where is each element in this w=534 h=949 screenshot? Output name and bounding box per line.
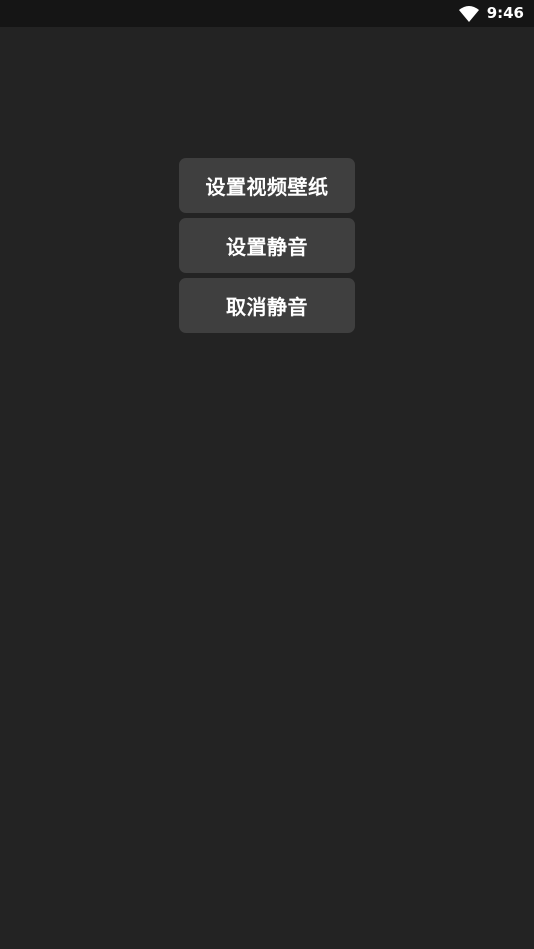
- unmute-button[interactable]: 取消静音: [179, 278, 355, 333]
- wifi-icon: [458, 5, 479, 22]
- status-icons: 9:46: [458, 0, 524, 27]
- status-bar: 9:46: [0, 0, 534, 27]
- set-mute-button[interactable]: 设置静音: [179, 218, 355, 273]
- status-time: 9:46: [486, 4, 524, 22]
- wallpaper-menu: 设置视频壁纸 设置静音 取消静音: [179, 158, 355, 333]
- main-screen: 设置视频壁纸 设置静音 取消静音: [0, 27, 534, 949]
- set-video-wallpaper-button[interactable]: 设置视频壁纸: [179, 158, 355, 213]
